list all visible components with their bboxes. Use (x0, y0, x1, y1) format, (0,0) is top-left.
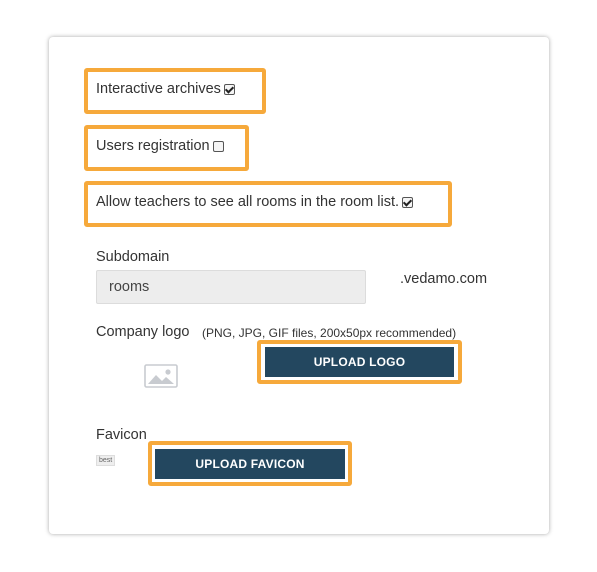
subdomain-suffix: .vedamo.com (400, 271, 488, 287)
allow-teachers-checkbox[interactable] (402, 196, 414, 208)
interactive-archives-checkbox[interactable] (223, 83, 235, 95)
company-logo-hint: (PNG, JPG, GIF files, 200x50px recommend… (202, 326, 457, 340)
users-registration-label: Users registration (96, 138, 210, 154)
company-logo-label: Company logo (96, 324, 190, 340)
users-registration-checkbox[interactable] (212, 140, 224, 152)
image-icon (144, 364, 178, 388)
favicon-label: Favicon (96, 427, 147, 443)
users-registration-option[interactable]: Users registration (96, 138, 224, 154)
interactive-archives-label: Interactive archives (96, 81, 221, 97)
subdomain-input[interactable] (96, 270, 366, 304)
favicon-preview: best (96, 455, 116, 466)
upload-logo-button[interactable]: UPLOAD LOGO (265, 347, 454, 377)
allow-teachers-label: Allow teachers to see all rooms in the r… (96, 194, 400, 210)
interactive-archives-option[interactable]: Interactive archives (96, 81, 235, 97)
subdomain-label: Subdomain (96, 249, 170, 265)
upload-favicon-button[interactable]: UPLOAD FAVICON (155, 449, 345, 479)
allow-teachers-option[interactable]: Allow teachers to see all rooms in the r… (96, 194, 414, 210)
